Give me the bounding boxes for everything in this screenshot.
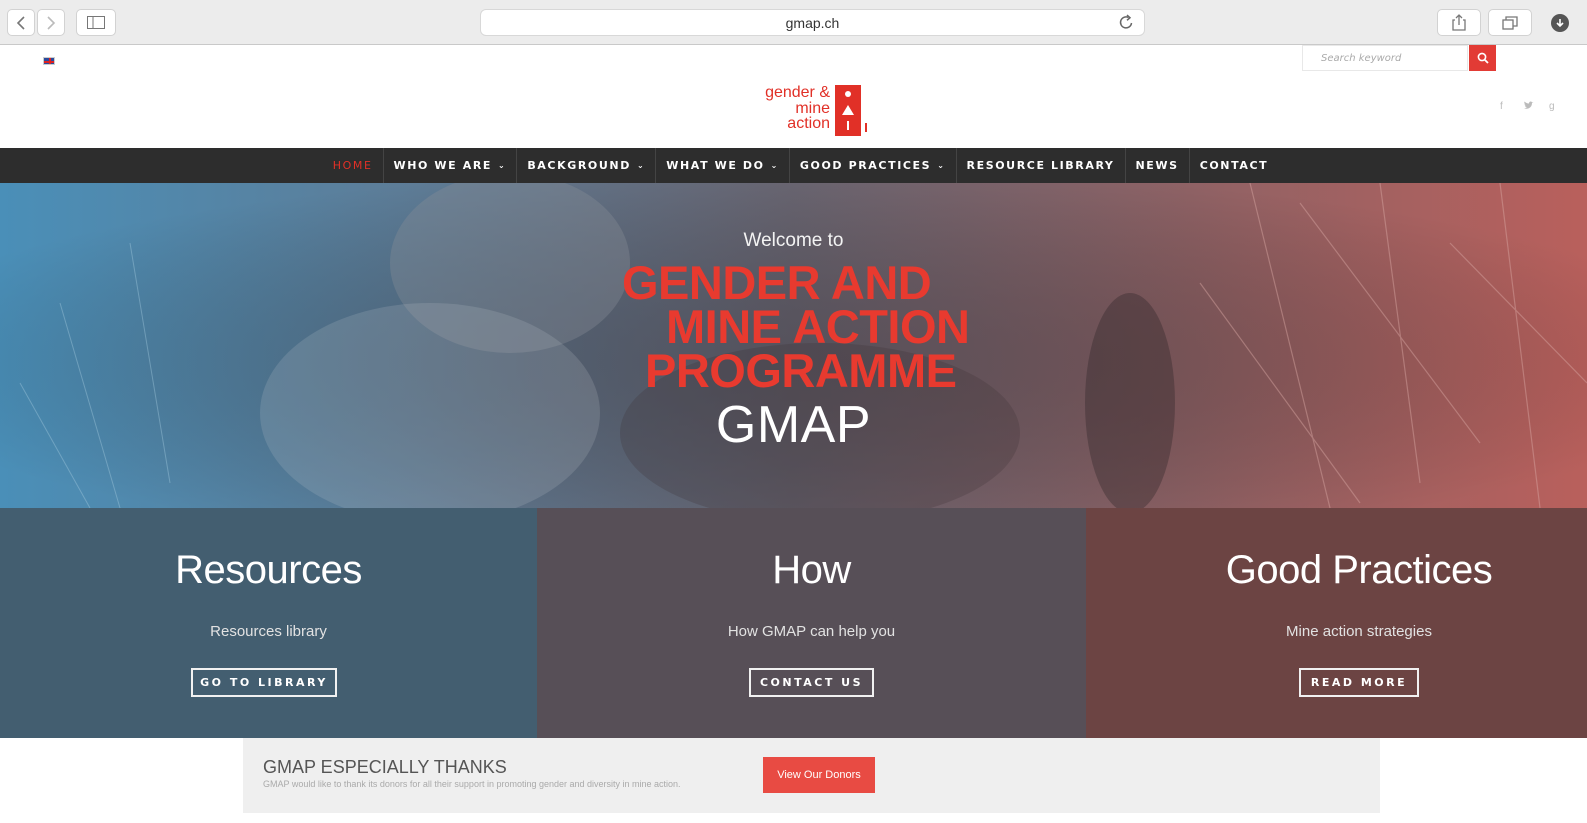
logo-bar xyxy=(865,123,867,132)
nav-home[interactable]: HOME xyxy=(323,148,384,183)
nav-who-we-are[interactable]: WHO WE ARE ⌄ xyxy=(384,148,518,183)
nav-contact[interactable]: CONTACT xyxy=(1190,148,1279,183)
search-button[interactable] xyxy=(1469,45,1496,71)
panel-title: How xyxy=(772,548,851,592)
panel-title: Resources xyxy=(175,548,362,592)
nav-background[interactable]: BACKGROUND ⌄ xyxy=(517,148,657,183)
hero-title-line-1: GENDER AND xyxy=(622,256,932,309)
sidebar-icon[interactable] xyxy=(76,9,116,36)
logo-line-2: mine xyxy=(795,99,830,117)
logo-text: gender & mine action xyxy=(765,85,830,132)
go-to-library-button[interactable]: GO TO LIBRARY xyxy=(191,668,337,697)
address-bar[interactable]: gmap.ch xyxy=(480,9,1145,36)
main-nav: HOME WHO WE ARE ⌄ BACKGROUND ⌄ WHAT WE DO ⌄… xyxy=(0,148,1587,183)
panel-subtitle: Resources library xyxy=(210,623,327,640)
nav-contact-label: CONTACT xyxy=(1199,159,1269,172)
download-icon[interactable] xyxy=(1551,14,1569,32)
read-more-button[interactable]: READ MORE xyxy=(1299,668,1419,697)
thanks-subtitle: GMAP would like to thank its donors for … xyxy=(263,779,681,789)
gmap-logo[interactable]: gender & mine action xyxy=(754,85,874,137)
reload-icon[interactable] xyxy=(1119,14,1134,33)
nav-news-label: NEWS xyxy=(1135,159,1179,172)
nav-resource-library-label: RESOURCE LIBRARY xyxy=(966,159,1115,172)
hero-acronym: GMAP xyxy=(715,396,872,454)
back-icon[interactable] xyxy=(7,9,35,36)
logo-emblem-icon xyxy=(835,85,861,136)
browser-toolbar: gmap.ch xyxy=(0,0,1587,45)
chevron-down-icon: ⌄ xyxy=(770,161,779,170)
nav-what-we-do[interactable]: WHAT WE DO ⌄ xyxy=(656,148,790,183)
tabs-icon[interactable] xyxy=(1488,9,1532,36)
panel-how: How How GMAP can help you CONTACT US xyxy=(537,508,1086,738)
contact-us-button[interactable]: CONTACT US xyxy=(749,668,874,697)
nav-news[interactable]: NEWS xyxy=(1126,148,1190,183)
forward-icon[interactable] xyxy=(37,9,65,36)
hero-title-line-3: PROGRAMME xyxy=(645,344,957,397)
search-input[interactable]: Search keyword xyxy=(1302,45,1468,71)
hero-welcome: Welcome to xyxy=(743,230,844,251)
share-icon[interactable] xyxy=(1437,9,1481,36)
nav-background-label: BACKGROUND xyxy=(527,159,631,172)
flag-uk-icon[interactable] xyxy=(43,57,55,65)
url-text: gmap.ch xyxy=(785,14,840,31)
facebook-icon[interactable]: f xyxy=(1500,101,1503,112)
donor-thanks-bar: GMAP ESPECIALLY THANKS GMAP would like t… xyxy=(243,738,1380,813)
panel-resources: Resources Resources library GO TO LIBRAR… xyxy=(0,508,537,738)
panel-good-practices: Good Practices Mine action strategies RE… xyxy=(1086,508,1587,738)
nav-home-label: HOME xyxy=(332,159,373,172)
search-icon xyxy=(1477,52,1489,64)
nav-who-we-are-label: WHO WE ARE xyxy=(393,159,493,172)
hero-title-line-2: MINE ACTION xyxy=(666,300,970,353)
view-donors-button[interactable]: View Our Donors xyxy=(763,757,875,793)
panel-subtitle: Mine action strategies xyxy=(1286,623,1432,640)
nav-good-practices-label: GOOD PRACTICES xyxy=(799,159,932,172)
twitter-icon[interactable] xyxy=(1523,101,1534,113)
panel-subtitle: How GMAP can help you xyxy=(727,623,896,640)
nav-good-practices[interactable]: GOOD PRACTICES ⌄ xyxy=(790,148,957,183)
chevron-down-icon: ⌄ xyxy=(498,161,507,170)
chevron-down-icon: ⌄ xyxy=(636,161,646,170)
logo-line-1: gender & xyxy=(765,84,830,101)
panel-title: Good Practices xyxy=(1225,548,1493,592)
chevron-down-icon: ⌄ xyxy=(937,161,946,170)
googleplus-icon[interactable]: g xyxy=(1549,101,1555,112)
logo-line-3: action xyxy=(787,115,830,132)
nav-resource-library[interactable]: RESOURCE LIBRARY xyxy=(957,148,1126,183)
nav-what-we-do-label: WHAT WE DO xyxy=(666,159,765,172)
hero-banner: Welcome to GENDER AND MINE ACTION PROGRA… xyxy=(0,183,1587,508)
thanks-title: GMAP ESPECIALLY THANKS xyxy=(263,757,507,777)
